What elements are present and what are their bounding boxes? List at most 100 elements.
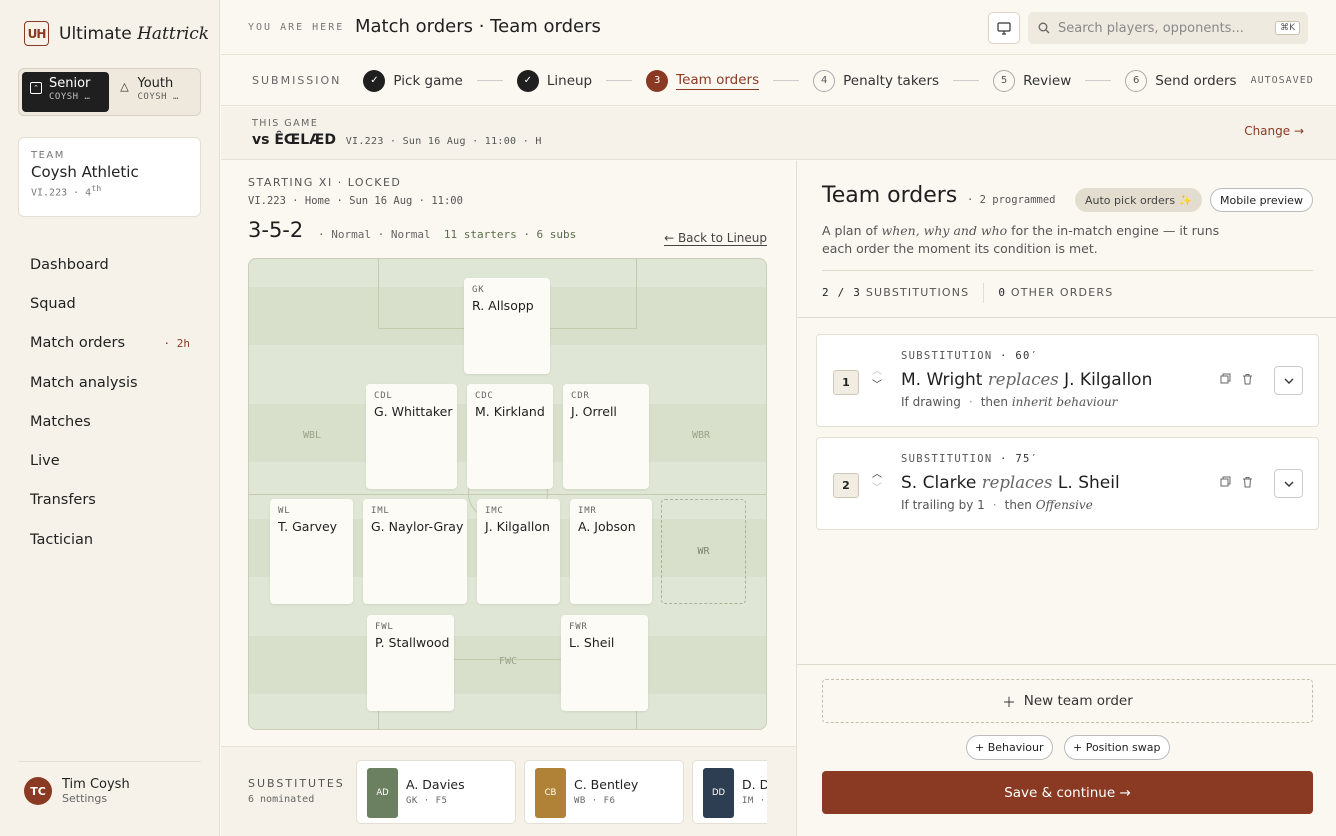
auto-pick-button[interactable]: Auto pick orders ✨ [1075, 188, 1203, 212]
nav-label: Transfers [30, 492, 96, 509]
submission-stepper: SUBMISSION ✓ Pick game ✓ Lineup 3 Team orde… [221, 56, 1336, 106]
sub-card[interactable]: AD A. Davies GK · F5 [356, 760, 516, 824]
player-in: M. Wright [901, 370, 983, 390]
lineup-meta: VI.223 · Home · Sun 16 Aug · 11:00 [248, 195, 463, 207]
nav-match-analysis[interactable]: Match analysis [30, 363, 190, 402]
other-label: OTHER ORDERS [1010, 286, 1114, 299]
monitor-icon [997, 21, 1011, 35]
step-team-orders[interactable]: 3 Team orders [646, 69, 760, 92]
move-up-icon[interactable]: ︿ [872, 365, 882, 379]
nav-transfers[interactable]: Transfers [30, 481, 190, 520]
player-card-imr[interactable]: IMR A. Jobson [570, 499, 652, 604]
mobile-preview-button[interactable]: Mobile preview [1210, 188, 1313, 212]
programmed-count: · 2 programmed [967, 194, 1056, 206]
senior-sub: COYSH … [49, 92, 91, 102]
step-lineup[interactable]: ✓ Lineup [516, 69, 592, 92]
nav-live[interactable]: Live [30, 441, 190, 480]
step-number: 3 [646, 69, 669, 92]
page-title: Match orders · Team orders [355, 16, 601, 37]
duplicate-icon[interactable] [1220, 476, 1231, 487]
player-name: R. Allsopp [472, 298, 534, 313]
change-game-link[interactable]: Change → [1244, 124, 1304, 138]
empty-slot-wr[interactable]: WR [661, 499, 746, 604]
then-behaviour: inherit behaviour [1011, 395, 1118, 409]
delete-icon[interactable] [1242, 373, 1253, 385]
step-penalty-takers[interactable]: 4 Penalty takers [813, 69, 939, 92]
zone-wbr: WBR [692, 430, 711, 441]
step-review[interactable]: 5 Review [993, 69, 1071, 92]
order-card[interactable]: 2 ︿ ﹀ SUBSTITUTION · 75′ S. Clarke replac… [816, 437, 1319, 530]
player-position: CDL [374, 391, 393, 401]
youth-toggle[interactable]: △ Youth COYSH … [111, 72, 198, 112]
nav-matches[interactable]: Matches [30, 402, 190, 441]
expand-button[interactable] [1274, 366, 1303, 395]
new-team-order-button[interactable]: ＋ New team order [822, 679, 1313, 723]
team-card[interactable]: TEAM Coysh Athletic VI.223 · 4th [18, 137, 201, 217]
player-name: J. Kilgallon [485, 519, 550, 534]
player-card-fwl[interactable]: FWL P. Stallwood [367, 615, 454, 711]
condition-text: If drawing [901, 395, 961, 409]
player-card-imc[interactable]: IMC J. Kilgallon [477, 499, 560, 604]
sub-card[interactable]: CB C. Bentley WB · F6 [524, 760, 684, 824]
nav-squad[interactable]: Squad [30, 284, 190, 323]
expand-button[interactable] [1274, 469, 1303, 498]
step-send-orders[interactable]: 6 Send orders [1125, 69, 1237, 92]
player-card-cdr[interactable]: CDR J. Orrell [563, 384, 649, 489]
player-card-gk[interactable]: GK R. Allsopp [464, 278, 550, 374]
player-card-fwr[interactable]: FWR L. Sheil [561, 615, 648, 711]
player-card-iml[interactable]: IML G. Naylor-Gray [363, 499, 467, 604]
senior-icon: ⌃ [30, 82, 42, 94]
nav-match-orders[interactable]: Match orders · 2h [30, 324, 190, 363]
sub-card[interactable]: DD D. D IM · [692, 760, 767, 824]
save-continue-button[interactable]: Save & continue → [822, 771, 1313, 814]
order-type-label: SUBSTITUTION [901, 453, 993, 465]
order-type: SUBSTITUTION · 60′ [901, 350, 1038, 362]
sub-photo: DD [703, 768, 734, 818]
user-menu[interactable]: TC Tim Coysh Settings [18, 761, 201, 805]
game-summary: vs ÊŒLÆD VI.223 · Sun 16 Aug · 11:00 · H [252, 132, 542, 148]
team-orders-panel: Team orders · 2 programmed Auto pick ord… [796, 161, 1336, 836]
senior-toggle[interactable]: ⌃ Senior COYSH … [22, 72, 109, 112]
add-position-swap-chip[interactable]: + Position swap [1064, 735, 1170, 760]
squad-switch: ⌃ Senior COYSH … △ Youth COYSH … [18, 68, 201, 116]
you-are-here-label: YOU ARE HERE [248, 22, 345, 33]
player-card-wl[interactable]: WL T. Garvey [270, 499, 353, 604]
player-in: S. Clarke [901, 473, 977, 493]
add-behaviour-chip[interactable]: + Behaviour [966, 735, 1053, 760]
subs-count: 2 / 3 [822, 286, 862, 299]
step-label: Send orders [1155, 72, 1237, 89]
monitor-button[interactable] [988, 12, 1020, 44]
condition-text: If trailing by 1 [901, 498, 985, 512]
sub-name: A. Davies [406, 777, 465, 792]
player-name: M. Kirkland [475, 404, 545, 419]
step-pick-game[interactable]: ✓ Pick game [363, 69, 463, 92]
delete-icon[interactable] [1242, 476, 1253, 488]
game-meta: VI.223 · Sun 16 Aug · 11:00 · H [345, 136, 542, 147]
user-name: Tim Coysh [62, 777, 130, 792]
back-to-lineup-link[interactable]: ← Back to Lineup [664, 231, 767, 246]
top-header: YOU ARE HERE Match orders · Team orders … [221, 0, 1336, 55]
sidebar: UH Ultimate Hattrick ⌃ Senior COYSH … △ Y… [0, 0, 220, 836]
player-card-cdc[interactable]: CDC M. Kirkland [467, 384, 553, 489]
logo[interactable]: UH Ultimate Hattrick [24, 21, 209, 46]
new-order-label: New team order [1023, 693, 1133, 709]
player-position: WL [278, 506, 291, 516]
search-icon [1038, 22, 1050, 34]
step-number: 5 [993, 69, 1016, 92]
move-down-icon[interactable]: ﹀ [872, 482, 882, 496]
chevron-down-icon [1284, 378, 1293, 384]
settings-link[interactable]: Settings [62, 792, 130, 805]
player-position: CDR [571, 391, 590, 401]
duplicate-icon[interactable] [1220, 373, 1231, 384]
then-text: then [1004, 498, 1032, 512]
order-verb: replaces [987, 370, 1059, 389]
player-card-cdl[interactable]: CDL G. Whittaker [366, 384, 457, 489]
nav-dashboard[interactable]: Dashboard [30, 245, 190, 284]
player-position: GK [472, 285, 485, 295]
move-down-icon[interactable]: ﹀ [872, 379, 882, 393]
order-summary: M. Wright replaces J. Kilgallon [901, 370, 1152, 390]
search-input[interactable] [1058, 20, 1276, 36]
move-up-icon[interactable]: ︿ [872, 468, 882, 482]
order-card[interactable]: 1 ︿ ﹀ SUBSTITUTION · 60′ M. Wright replac… [816, 334, 1319, 427]
nav-tactician[interactable]: Tactician [30, 520, 190, 559]
